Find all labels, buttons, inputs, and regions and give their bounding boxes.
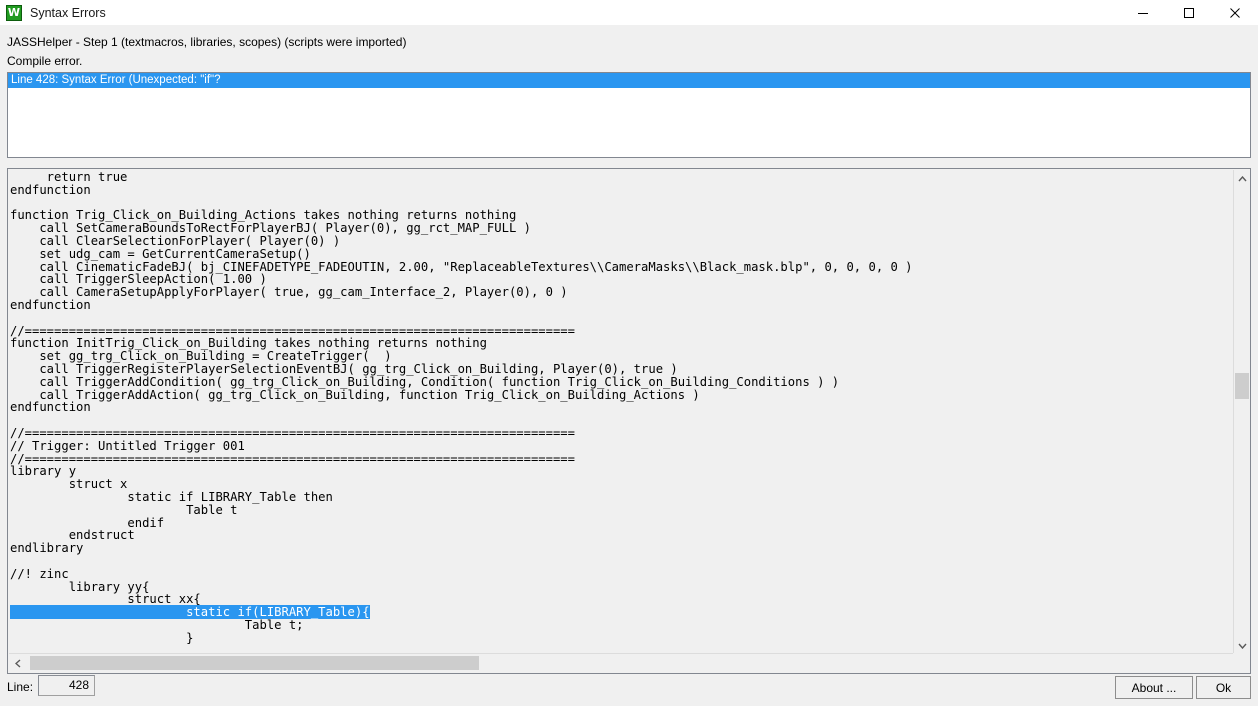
code-line: //======================================… (10, 451, 575, 466)
code-line: call TriggerAddAction( gg_trg_Click_on_B… (10, 387, 700, 402)
line-number-input[interactable]: 428 (38, 675, 95, 696)
minimize-button[interactable] (1120, 0, 1166, 25)
step-status-text: JASSHelper - Step 1 (textmacros, librari… (7, 35, 407, 49)
jasshelper-icon: W (6, 4, 22, 21)
jasshelper-icon-glyph: W (7, 5, 21, 19)
code-vertical-scrollbar[interactable] (1233, 170, 1250, 654)
line-number-label: Line: (7, 680, 34, 694)
scroll-up-button[interactable] (1234, 170, 1250, 187)
code-line: endstruct (10, 528, 135, 543)
minimize-icon (1138, 12, 1148, 14)
code-viewport[interactable]: return true endfunction function Trig_Cli… (9, 170, 1234, 654)
close-icon (1230, 7, 1240, 18)
code-text: return true endfunction function Trig_Cli… (9, 171, 913, 644)
scroll-left-button[interactable] (9, 654, 27, 672)
code-line: call TriggerRegisterPlayerSelectionEvent… (10, 361, 678, 376)
code-line: static if(LIBRARY_Table){ (9, 605, 913, 620)
code-line: endfunction (10, 297, 91, 312)
title-bar: W Syntax Errors (0, 0, 1258, 25)
code-line: //======================================… (10, 425, 575, 440)
chevron-up-icon (1237, 175, 1247, 181)
compile-status-text: Compile error. (7, 54, 83, 68)
code-line: endfunction (10, 400, 91, 415)
close-button[interactable] (1212, 0, 1258, 25)
code-horizontal-scrollbar[interactable] (9, 653, 1246, 672)
code-line: call ClearSelectionForPlayer( Player(0) … (10, 233, 341, 248)
window-controls (1120, 0, 1258, 25)
error-list-item[interactable]: Line 428: Syntax Error (Unexpected: "if"… (8, 73, 1250, 88)
vertical-scrollbar-thumb[interactable] (1235, 373, 1249, 399)
code-line: set udg_cam = GetCurrentCameraSetup() (10, 246, 311, 261)
code-line: //! zinc (10, 566, 69, 581)
code-line: endlibrary (10, 541, 84, 556)
code-line: } (10, 630, 194, 645)
code-line: call CameraSetupApplyForPlayer( true, gg… (10, 285, 568, 300)
syntax-errors-window: W Syntax Errors JASSHelper - Step 1 (tex… (0, 0, 1258, 706)
about-button[interactable]: About ... (1115, 676, 1193, 699)
code-line: endfunction (10, 182, 91, 197)
maximize-icon (1184, 7, 1194, 18)
maximize-button[interactable] (1166, 0, 1212, 25)
code-line-selected-text: static if(LIBRARY_Table){ (10, 605, 370, 620)
scrollbar-corner (1233, 653, 1249, 672)
ok-button[interactable]: Ok (1196, 676, 1251, 699)
code-line: endif (10, 515, 165, 530)
code-line: Table t (10, 502, 238, 517)
code-line: Table t; (10, 617, 304, 632)
code-line: library y (10, 464, 77, 479)
code-line: return true (10, 170, 128, 184)
code-line: static if LIBRARY_Table then (10, 489, 333, 504)
code-line: struct x (10, 477, 128, 492)
window-title: Syntax Errors (30, 5, 106, 20)
error-list[interactable]: Line 428: Syntax Error (Unexpected: "if"… (7, 72, 1251, 158)
chevron-left-icon (15, 658, 21, 668)
code-line: call TriggerAddCondition( gg_trg_Click_o… (10, 374, 840, 389)
horizontal-scrollbar-thumb[interactable] (30, 656, 479, 670)
code-preview-panel: return true endfunction function Trig_Cli… (7, 168, 1251, 674)
code-line: // Trigger: Untitled Trigger 001 (10, 438, 245, 453)
scroll-down-button[interactable] (1234, 637, 1250, 654)
chevron-down-icon (1237, 643, 1247, 649)
